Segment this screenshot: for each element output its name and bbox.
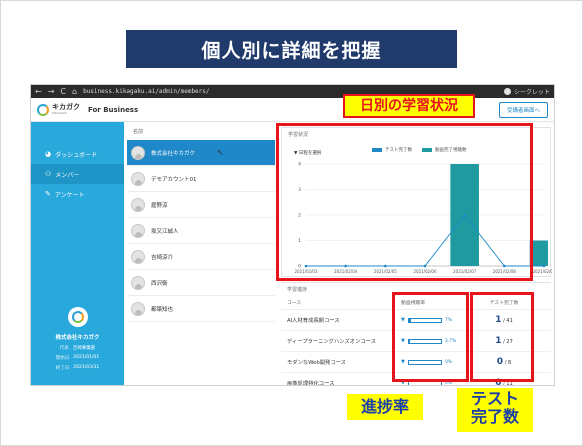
member-name: 雇野涼 [151, 202, 168, 209]
member-name: デモアカウント01 [151, 176, 197, 183]
company-name: 株式会社キカガク [55, 335, 100, 341]
browser-toolbar: ← → C ⌂ business.kikagaku.ai/admin/membe… [31, 85, 554, 98]
avatar-icon [131, 249, 145, 264]
profile-label: シークレット [513, 89, 550, 96]
learner-view-button[interactable]: 受講者画面へ [498, 101, 548, 118]
home-icon[interactable]: ⌂ [72, 85, 77, 98]
sidebar-item-label: アンケート [54, 191, 85, 199]
sidebar-item-label: ダッシュボード [55, 151, 98, 159]
reload-icon[interactable]: C [60, 85, 66, 98]
company-meta-row: 終了日 2021/03/31 [55, 365, 100, 371]
member-row[interactable]: デモアカウント01 [127, 166, 275, 192]
forward-icon[interactable]: → [48, 85, 55, 98]
avatar-icon [131, 275, 145, 290]
avatar-icon [131, 223, 145, 238]
x-tick-label: 2021/02/09 [532, 269, 552, 274]
annotation-daily-status: 日別の学習状況 [343, 94, 475, 118]
highlight-box-chart [276, 123, 533, 281]
members-icon: ⚇ [45, 170, 52, 178]
sidebar-item-dashboard[interactable]: ◕ ダッシュボード [31, 144, 124, 164]
browser-profile[interactable]: シークレット [503, 87, 550, 96]
member-row[interactable]: 西沢衛 [127, 270, 275, 296]
member-name: 西沢衛 [151, 280, 168, 287]
company-info: 株式会社キカガク 代表 吉崎事業部 開始日 2021/01/01 終了日 2021/0… [31, 307, 124, 375]
member-row[interactable]: 吉崎涼介 [127, 244, 275, 270]
avatar-icon [131, 171, 145, 186]
member-list-header: 名前 [133, 129, 144, 135]
member-name: 坂又江誠人 [151, 228, 179, 235]
product-name: For Business [88, 105, 139, 114]
member-name: 吉崎涼介 [151, 254, 174, 261]
sidebar: ◕ ダッシュボード ⚇ メンバー ✎ アンケート 株式会社キカガク 代表 吉崎事業… [31, 122, 124, 385]
company-meta-row: 開始日 2021/01/01 [55, 355, 100, 361]
header-course: コース [287, 301, 302, 306]
member-row[interactable]: 雇野涼 [127, 192, 275, 218]
member-name: 都築知也 [151, 306, 174, 313]
member-list: 名前 株式会社キカガク ↖ デモアカウント01 雇野涼 坂又江誠人 吉崎涼介 西… [127, 122, 275, 385]
slide-title-banner: 個人別に詳細を把握 [126, 30, 457, 68]
company-meta-row: 代表 吉崎事業部 [59, 346, 96, 351]
course-name: ディープラーニングハンズオンコース [287, 339, 376, 345]
avatar-icon [131, 145, 145, 160]
course-name: AI人材育成長期コース [287, 318, 340, 324]
course-name: モダンなWeb開発コース [287, 360, 346, 366]
dashboard-icon: ◕ [45, 150, 52, 158]
member-name: 株式会社キカガク [151, 150, 196, 157]
annotation-test-count: テスト 完了数 [457, 388, 533, 432]
sidebar-item-survey[interactable]: ✎ アンケート [31, 184, 124, 204]
avatar-icon [131, 197, 145, 212]
highlight-box-progress [392, 292, 469, 382]
logo-text: キカガク [52, 103, 80, 111]
mouse-cursor-icon: ↖ [217, 148, 224, 157]
annotation-progress-rate: 進捗率 [347, 394, 423, 420]
back-icon[interactable]: ← [35, 85, 42, 98]
member-row[interactable]: 坂又江誠人 [127, 218, 275, 244]
company-logo-icon [67, 307, 88, 327]
logo-subtext: KIKAGAKU [52, 111, 68, 115]
sidebar-item-members[interactable]: ⚇ メンバー [31, 164, 124, 184]
data-point [542, 264, 546, 268]
profile-avatar-icon [503, 88, 511, 95]
member-row[interactable]: 株式会社キカガク ↖ [127, 140, 275, 166]
avatar-icon [131, 301, 145, 316]
member-row[interactable]: 都築知也 [127, 296, 275, 322]
app-header: キカガク KIKAGAKU For Business 受講者画面へ [31, 98, 554, 122]
sidebar-item-label: メンバー [55, 171, 80, 179]
highlight-box-test [470, 292, 534, 382]
survey-icon: ✎ [45, 190, 51, 198]
course-name: 画像処理特化コース [287, 381, 335, 386]
kikagaku-logo-icon[interactable] [37, 103, 49, 116]
